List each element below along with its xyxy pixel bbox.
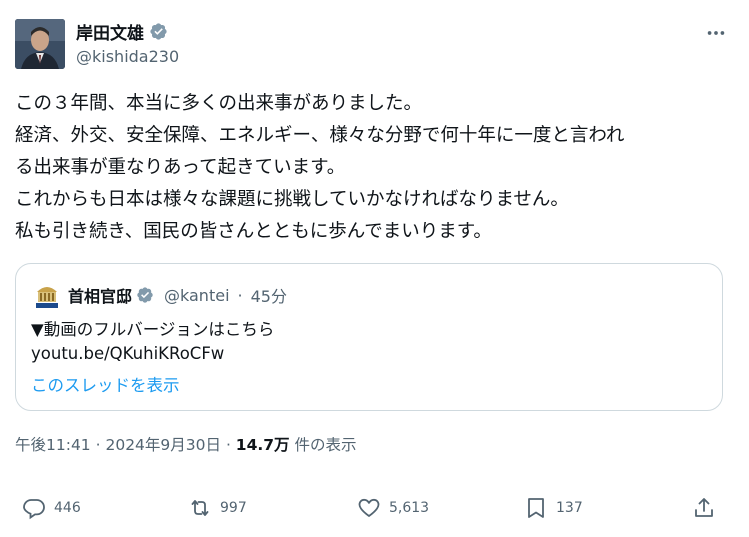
quoted-author[interactable]: 首相官邸 @kantei · 45分 <box>68 283 287 307</box>
verified-badge-icon <box>150 23 167 40</box>
verified-badge-icon <box>137 287 153 303</box>
tweet-text: この３年間、本当に多くの出来事がありました。 経済、外交、安全保障、エネルギー、… <box>15 88 735 248</box>
more-horizontal-icon <box>707 31 725 35</box>
repost-button[interactable]: 997 <box>188 496 247 520</box>
tweet-timestamp: 午後11:41 · 2024年9月30日 · 14.7万 件の表示 <box>15 433 357 455</box>
view-count-label: 件の表示 <box>294 436 357 454</box>
tweet-line: この３年間、本当に多くの出来事がありました。 <box>15 93 423 114</box>
tweet-line: これからも日本は様々な課題に挑戦していかなければなりません。 <box>15 189 569 210</box>
share-icon <box>695 498 713 517</box>
show-thread-link[interactable]: このスレッドを表示 <box>31 372 180 396</box>
tweet-line: 経済、外交、安全保障、エネルギー、様々な分野で何十年に一度と言われ <box>15 125 625 146</box>
tweet-line: 私も引き続き、国民の皆さんとともに歩んでまいります。 <box>15 221 492 242</box>
like-button[interactable]: 5,613 <box>357 496 429 520</box>
reply-icon <box>23 499 45 520</box>
like-count: 5,613 <box>389 500 430 516</box>
tweet-line: る出来事が重なりあって起きています。 <box>15 157 346 178</box>
heart-icon <box>358 498 380 517</box>
quoted-link-text: youtu.be/QKuhiKRoCFw <box>31 344 225 363</box>
quoted-tweet-card[interactable]: 首相官邸 @kantei · 45分 ▼動画のフルバージョンはこちら youtu… <box>15 263 723 411</box>
author-avatar[interactable] <box>15 19 65 69</box>
tweet-date[interactable]: 2024年9月30日 <box>105 436 221 454</box>
reply-count: 446 <box>54 500 81 516</box>
reply-button[interactable]: 446 <box>22 496 81 520</box>
separator-dot: · <box>95 436 106 454</box>
bookmark-button[interactable]: 137 <box>524 496 583 520</box>
bookmark-count: 137 <box>556 500 583 516</box>
kantei-logo-icon <box>32 280 62 310</box>
repost-count: 997 <box>220 500 247 516</box>
quoted-time[interactable]: 45分 <box>251 283 287 307</box>
quoted-author-name[interactable]: 首相官邸 <box>68 283 132 307</box>
quoted-handle[interactable]: @kantei <box>164 286 230 305</box>
author-name-text[interactable]: 岸田文雄 <box>76 19 144 44</box>
avatar-image <box>15 19 65 69</box>
more-options-button[interactable] <box>705 22 727 49</box>
repost-icon <box>191 500 209 516</box>
view-count: 14.7万 <box>235 436 290 454</box>
quoted-text: ▼動画のフルバージョンはこちら <box>31 320 275 339</box>
tweet-time[interactable]: 午後11:41 <box>15 436 91 454</box>
separator-dot: · <box>225 436 236 454</box>
share-button[interactable] <box>692 496 716 520</box>
bookmark-icon <box>528 498 544 518</box>
author-name[interactable]: 岸田文雄 <box>76 19 168 44</box>
separator-dot: · <box>237 285 243 305</box>
author-handle[interactable]: @kishida230 <box>76 47 179 66</box>
